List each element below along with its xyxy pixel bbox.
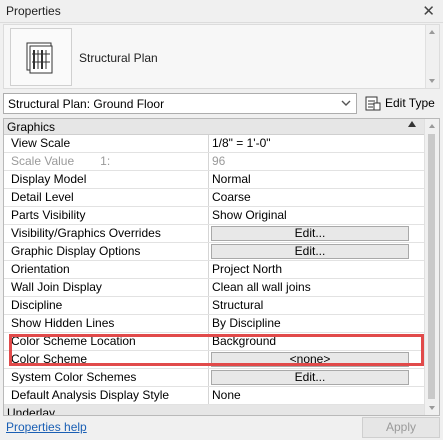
panel-title: Properties — [6, 4, 61, 18]
property-name: Detail Level — [4, 189, 209, 206]
property-name: View Scale — [4, 135, 209, 152]
table-row: Parts Visibility Show Original — [4, 207, 426, 225]
structural-plan-icon — [10, 28, 72, 86]
scroll-down-icon[interactable] — [429, 406, 435, 410]
collapse-icon[interactable] — [408, 121, 416, 127]
table-row: Color Scheme Location Background — [4, 333, 426, 351]
scale-unit: 1: — [100, 154, 111, 168]
group-header-underlay[interactable]: Underlay — [4, 405, 426, 416]
property-name: Discipline — [4, 297, 209, 314]
property-name: Wall Join Display — [4, 279, 209, 296]
property-value[interactable]: 1/8" = 1'-0" — [209, 135, 426, 152]
table-row: Graphic Display Options Edit... — [4, 243, 426, 261]
table-row: View Scale 1/8" = 1'-0" — [4, 135, 426, 153]
table-row: Show Hidden Lines By Discipline — [4, 315, 426, 333]
property-name: Visibility/Graphics Overrides — [4, 225, 209, 242]
table-row: Display Model Normal — [4, 171, 426, 189]
table-row: Wall Join Display Clean all wall joins — [4, 279, 426, 297]
property-value[interactable]: By Discipline — [209, 315, 426, 332]
apply-button[interactable]: Apply — [362, 417, 440, 438]
close-icon[interactable]: ✕ — [422, 2, 435, 20]
scroll-thumb[interactable] — [428, 134, 435, 399]
property-value[interactable]: Structural — [209, 297, 426, 314]
group-header-graphics[interactable]: Graphics — [4, 119, 426, 135]
property-name: System Color Schemes — [4, 369, 209, 386]
table-row: Visibility/Graphics Overrides Edit... — [4, 225, 426, 243]
table-row: Scale Value 1: 96 — [4, 153, 426, 171]
instance-filter-value: Structural Plan: Ground Floor — [8, 97, 165, 111]
property-value[interactable]: Show Original — [209, 207, 426, 224]
properties-titlebar: Properties ✕ — [0, 0, 443, 23]
system-color-schemes-edit-button[interactable]: Edit... — [211, 370, 409, 385]
property-name: Parts Visibility — [4, 207, 209, 224]
property-name: Show Hidden Lines — [4, 315, 209, 332]
table-row: Discipline Structural — [4, 297, 426, 315]
scroll-up-icon[interactable] — [429, 124, 435, 128]
vg-overrides-edit-button[interactable]: Edit... — [211, 226, 409, 241]
property-value[interactable]: Project North — [209, 261, 426, 278]
property-value[interactable]: Normal — [209, 171, 426, 188]
panel-footer: Properties help Apply — [0, 416, 443, 440]
table-row: Color Scheme <none> — [4, 351, 426, 369]
graphic-display-edit-button[interactable]: Edit... — [211, 244, 409, 259]
property-value: 96 — [212, 154, 226, 168]
property-value[interactable]: Coarse — [209, 189, 426, 206]
group-label: Graphics — [7, 120, 56, 134]
scroll-down-icon[interactable] — [429, 79, 435, 83]
property-name: Orientation — [4, 261, 209, 278]
scroll-up-icon[interactable] — [429, 30, 435, 34]
instance-selector-row: Structural Plan: Ground Floor Edit Type — [3, 93, 440, 115]
property-name: Color Scheme — [4, 351, 209, 368]
type-name: Structural Plan — [79, 51, 158, 65]
property-name: Scale Value 1: — [4, 153, 209, 170]
color-scheme-button[interactable]: <none> — [211, 352, 409, 367]
table-row: Orientation Project North — [4, 261, 426, 279]
edit-type-label: Edit Type — [385, 96, 435, 110]
grid-scrollbar[interactable] — [424, 119, 439, 415]
property-name: Display Model — [4, 171, 209, 188]
type-selector[interactable]: Structural Plan — [3, 24, 440, 89]
property-name: Color Scheme Location — [4, 333, 209, 350]
edit-type-icon — [365, 96, 381, 111]
edit-type-button[interactable]: Edit Type — [363, 93, 440, 114]
table-row: Detail Level Coarse — [4, 189, 426, 207]
properties-help-link[interactable]: Properties help — [6, 420, 87, 434]
property-value[interactable]: Clean all wall joins — [209, 279, 426, 296]
property-value[interactable]: Background — [209, 333, 426, 350]
chevron-down-icon[interactable] — [339, 95, 353, 114]
table-row: Default Analysis Display Style None — [4, 387, 426, 405]
type-scrollbar[interactable] — [425, 25, 439, 88]
property-name: Default Analysis Display Style — [4, 387, 209, 404]
property-name-text: Scale Value — [11, 154, 75, 168]
table-row: System Color Schemes Edit... — [4, 369, 426, 387]
properties-grid: Graphics View Scale 1/8" = 1'-0" Scale V… — [3, 118, 440, 416]
instance-filter-dropdown[interactable]: Structural Plan: Ground Floor — [3, 93, 357, 114]
property-name: Graphic Display Options — [4, 243, 209, 260]
group-label: Underlay — [7, 406, 56, 416]
property-value[interactable]: None — [209, 387, 426, 404]
